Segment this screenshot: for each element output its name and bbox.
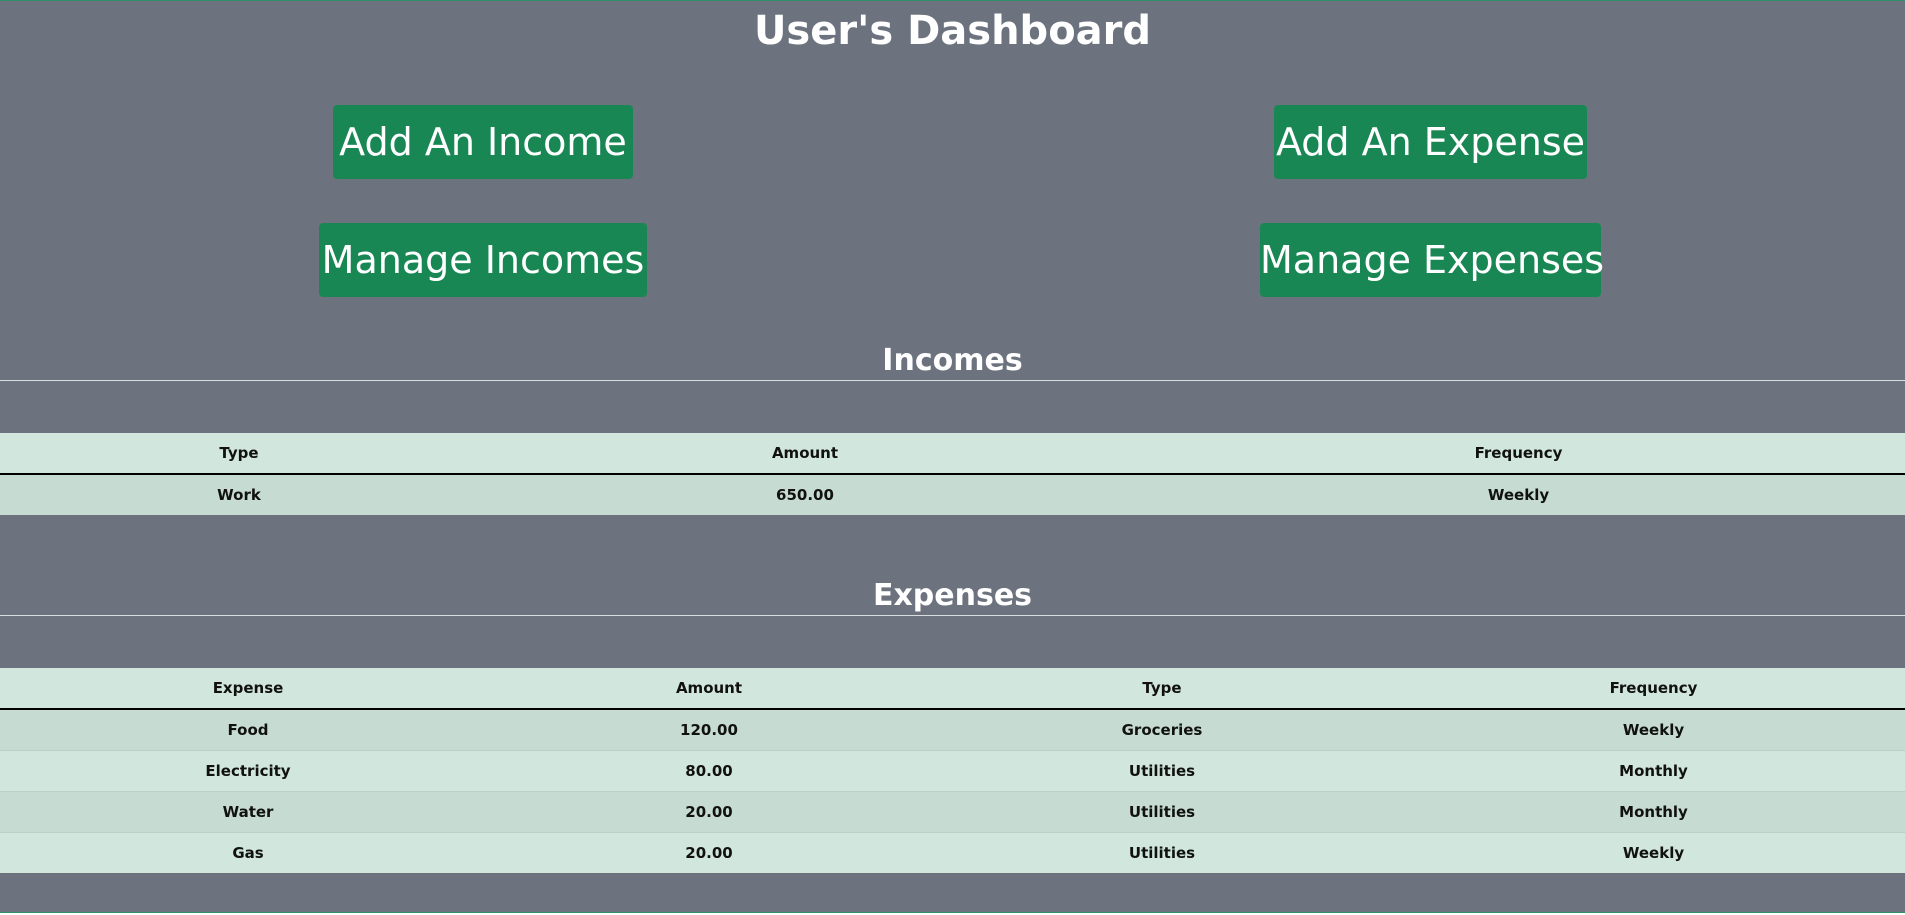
manage-expenses-button[interactable]: Manage Expenses [1260,223,1604,297]
income-type-cell: Work [0,474,478,515]
dashboard-page: User's Dashboard Add An Income Manage In… [0,0,1905,913]
incomes-heading: Incomes [882,343,1023,378]
expense-type-cell: Utilities [922,791,1402,833]
incomes-header-row: Type Amount Frequency [0,433,1905,475]
expenses-column-header: Type [922,668,1402,710]
expense-amount-cell: 20.00 [496,832,922,873]
expenses-header-row: Expense Amount Type Frequency [0,668,1905,710]
expense-frequency-cell: Monthly [1402,750,1905,792]
expense-name-cell: Gas [0,832,496,873]
incomes-column-header: Frequency [1132,433,1905,475]
expense-name-cell: Water [0,791,496,833]
expense-amount-cell: 80.00 [496,750,922,792]
income-amount-cell: 650.00 [478,474,1132,515]
manage-incomes-button[interactable]: Manage Incomes [319,223,647,297]
table-row: Work 650.00 Weekly [0,474,1905,515]
expense-type-cell: Utilities [922,832,1402,873]
income-frequency-cell: Weekly [1132,474,1905,515]
expense-frequency-cell: Weekly [1402,709,1905,751]
add-income-button[interactable]: Add An Income [333,105,633,179]
table-row: Food 120.00 Groceries Weekly [0,709,1905,751]
expense-type-cell: Groceries [922,709,1402,751]
expense-amount-cell: 120.00 [496,709,922,751]
table-row: Water 20.00 Utilities Monthly [0,791,1905,833]
table-row: Gas 20.00 Utilities Weekly [0,832,1905,873]
expenses-heading: Expenses [872,578,1033,613]
incomes-column-header: Type [0,433,478,475]
incomes-table: Type Amount Frequency Work 650.00 Weekly [0,433,1905,515]
expense-frequency-cell: Weekly [1402,832,1905,873]
incomes-column-header: Amount [478,433,1132,475]
expenses-column-header: Expense [0,668,496,710]
expenses-column-header: Frequency [1402,668,1905,710]
add-expense-button[interactable]: Add An Expense [1274,105,1587,179]
page-title: User's Dashboard [753,8,1152,54]
expenses-table: Expense Amount Type Frequency Food 120.0… [0,668,1905,873]
expense-name-cell: Food [0,709,496,751]
incomes-divider [0,380,1905,381]
expense-name-cell: Electricity [0,750,496,792]
expense-frequency-cell: Monthly [1402,791,1905,833]
expenses-divider [0,615,1905,616]
table-row: Electricity 80.00 Utilities Monthly [0,750,1905,792]
expenses-column-header: Amount [496,668,922,710]
expense-amount-cell: 20.00 [496,791,922,833]
expense-type-cell: Utilities [922,750,1402,792]
